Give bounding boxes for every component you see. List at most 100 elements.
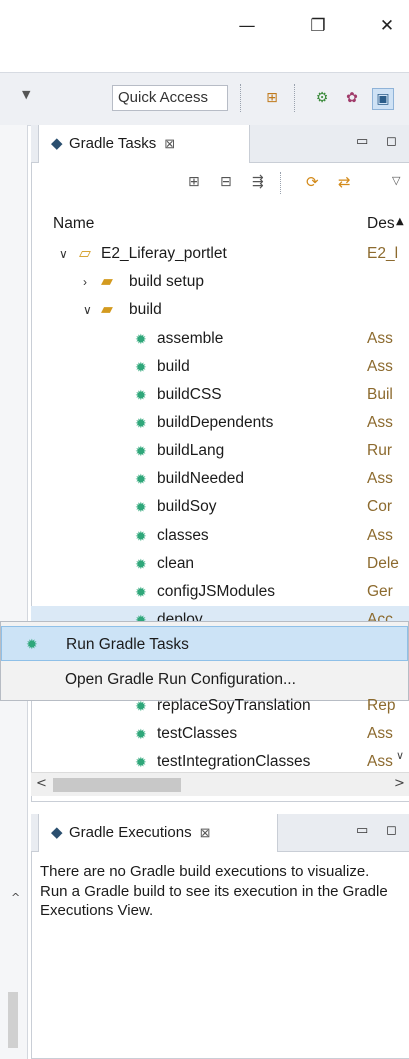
collapse-all-icon[interactable]: ⊟ [220, 174, 232, 190]
task-desc: Buil [367, 386, 393, 403]
task-name: configJSModules [157, 583, 276, 600]
scroll-up-icon[interactable]: ▲ [396, 216, 404, 227]
gear-icon: ✹ [135, 471, 147, 487]
scrollbar-thumb[interactable] [53, 778, 181, 792]
task-name: buildNeeded [157, 470, 245, 487]
project-desc: E2_l [367, 245, 399, 262]
task-name: buildSoy [157, 498, 217, 515]
gear-icon: ✹ [135, 528, 147, 544]
maximize-view-icon[interactable]: ◻ [386, 823, 397, 838]
gear-icon: ✹ [26, 636, 38, 652]
task-desc: Ass [367, 330, 393, 347]
task-name: classes [157, 527, 209, 544]
liferay-perspective-icon[interactable]: ▣ [372, 88, 394, 110]
task-name: replaceSoyTranslation [157, 697, 311, 714]
task-row[interactable]: ✹ replaceSoyTranslation Rep [31, 692, 409, 720]
left-side-strip [0, 125, 28, 1059]
refresh-tasks-icon[interactable]: ⟳ [306, 173, 319, 191]
column-name[interactable]: Name [53, 210, 94, 238]
folder-icon: ▰ [101, 273, 113, 290]
close-tab-icon[interactable]: ⊠ [164, 136, 175, 151]
tree-row-group[interactable]: ∨ ▰ build [31, 296, 409, 324]
group-name: build [129, 301, 162, 318]
scroll-left-icon[interactable]: < [36, 776, 47, 791]
task-row[interactable]: ✹ testClasses Ass [31, 720, 409, 748]
task-desc: Ger [367, 583, 393, 600]
view-menu-icon[interactable]: ▽ [392, 174, 400, 187]
scroll-down-icon[interactable]: ∨ [391, 747, 409, 765]
java-perspective-icon[interactable]: ⚙ [312, 88, 332, 108]
menu-item-run-gradle-tasks[interactable]: ✹ Run Gradle Tasks [1, 626, 408, 661]
chevron-down-icon[interactable]: ∨ [83, 296, 92, 324]
caret-up-icon[interactable]: ^ [11, 891, 20, 904]
chevron-right-icon[interactable]: › [83, 268, 87, 296]
tab-gradle-tasks[interactable]: ◆ Gradle Tasks ⊠ [38, 125, 250, 163]
task-row[interactable]: ✹ assemble Ass [31, 325, 409, 353]
gear-icon: ✹ [135, 584, 147, 600]
task-row[interactable]: ✹ buildDependents Ass [31, 409, 409, 437]
view-toolbar-separator [280, 172, 281, 194]
link-editor-icon[interactable]: ⇶ [252, 174, 264, 190]
close-tab-icon[interactable]: ⊠ [200, 825, 211, 840]
task-desc: Ass [367, 414, 393, 431]
task-desc: Ass [367, 527, 393, 544]
task-name: clean [157, 555, 195, 572]
refresh-project-icon[interactable]: ⇄ [338, 173, 351, 191]
task-desc: Dele [367, 555, 399, 572]
dropdown-arrow-icon[interactable]: ▼ [22, 88, 30, 101]
debug-perspective-icon[interactable]: ✿ [342, 88, 362, 108]
tab-gradle-executions-label: Gradle Executions [69, 824, 192, 841]
task-name: testClasses [157, 725, 238, 742]
minimize-view-icon[interactable]: ▭ [356, 823, 368, 838]
tab-gradle-executions[interactable]: ◆ Gradle Executions ⊠ [38, 814, 278, 852]
left-scrollbar-thumb[interactable] [8, 992, 18, 1048]
tree-row-project[interactable]: ∨ ▱ E2_Liferay_portlet E2_l [31, 240, 409, 268]
gradle-elephant-icon: ◆ [51, 824, 63, 841]
task-row[interactable]: ✹ classes Ass [31, 522, 409, 550]
tab-gradle-tasks-label: Gradle Tasks [69, 135, 157, 152]
context-menu: ✹ Run Gradle Tasks Open Gradle Run Confi… [0, 621, 409, 701]
gear-icon: ✹ [135, 331, 147, 347]
close-button[interactable]: ✕ [372, 14, 402, 38]
gear-icon: ✹ [135, 698, 147, 714]
task-row[interactable]: ✹ buildNeeded Ass [31, 465, 409, 493]
task-row[interactable]: ✹ buildLang Rur [31, 437, 409, 465]
task-row[interactable]: ✹ configJSModules Ger [31, 578, 409, 606]
project-name: E2_Liferay_portlet [101, 245, 227, 262]
task-row[interactable]: ✹ buildSoy Cor [31, 493, 409, 521]
maximize-view-icon[interactable]: ◻ [386, 134, 397, 149]
tree-row-group[interactable]: › ▰ build setup [31, 268, 409, 296]
quick-access-input[interactable]: Quick Access [112, 85, 228, 111]
gear-icon: ✹ [135, 443, 147, 459]
task-desc: Rep [367, 697, 396, 714]
gear-icon: ✹ [135, 387, 147, 403]
column-header-row: Name Des [31, 210, 409, 238]
toolbar-separator [240, 84, 242, 112]
chevron-down-icon[interactable]: ∨ [59, 240, 68, 268]
gear-icon: ✹ [135, 556, 147, 572]
expand-all-icon[interactable]: ⊞ [188, 174, 200, 190]
minimize-button[interactable]: — [232, 14, 262, 38]
task-name: buildDependents [157, 414, 274, 431]
task-desc: Rur [367, 442, 392, 459]
restore-button[interactable]: ❐ [303, 14, 333, 38]
minimize-view-icon[interactable]: ▭ [356, 134, 368, 149]
column-description[interactable]: Des [367, 210, 395, 238]
task-name: buildCSS [157, 386, 222, 403]
task-row[interactable]: ✹ clean Dele [31, 550, 409, 578]
task-name: buildLang [157, 442, 225, 459]
gradle-elephant-icon: ◆ [51, 135, 63, 152]
gear-icon: ✹ [135, 726, 147, 742]
task-desc: Ass [367, 358, 393, 375]
scroll-right-icon[interactable]: > [394, 776, 405, 791]
task-desc: Cor [367, 498, 392, 515]
task-row[interactable]: ✹ build Ass [31, 353, 409, 381]
task-desc: Ass [367, 725, 393, 742]
task-row[interactable]: ✹ buildCSS Buil [31, 381, 409, 409]
gear-icon: ✹ [135, 499, 147, 515]
task-desc: Ass [367, 470, 393, 487]
gear-icon: ✹ [135, 359, 147, 375]
empty-executions-message: There are no Gradle build executions to … [40, 863, 388, 919]
open-perspective-icon[interactable]: ⊞ [262, 88, 282, 108]
menu-item-label: Run Gradle Tasks [66, 636, 189, 653]
